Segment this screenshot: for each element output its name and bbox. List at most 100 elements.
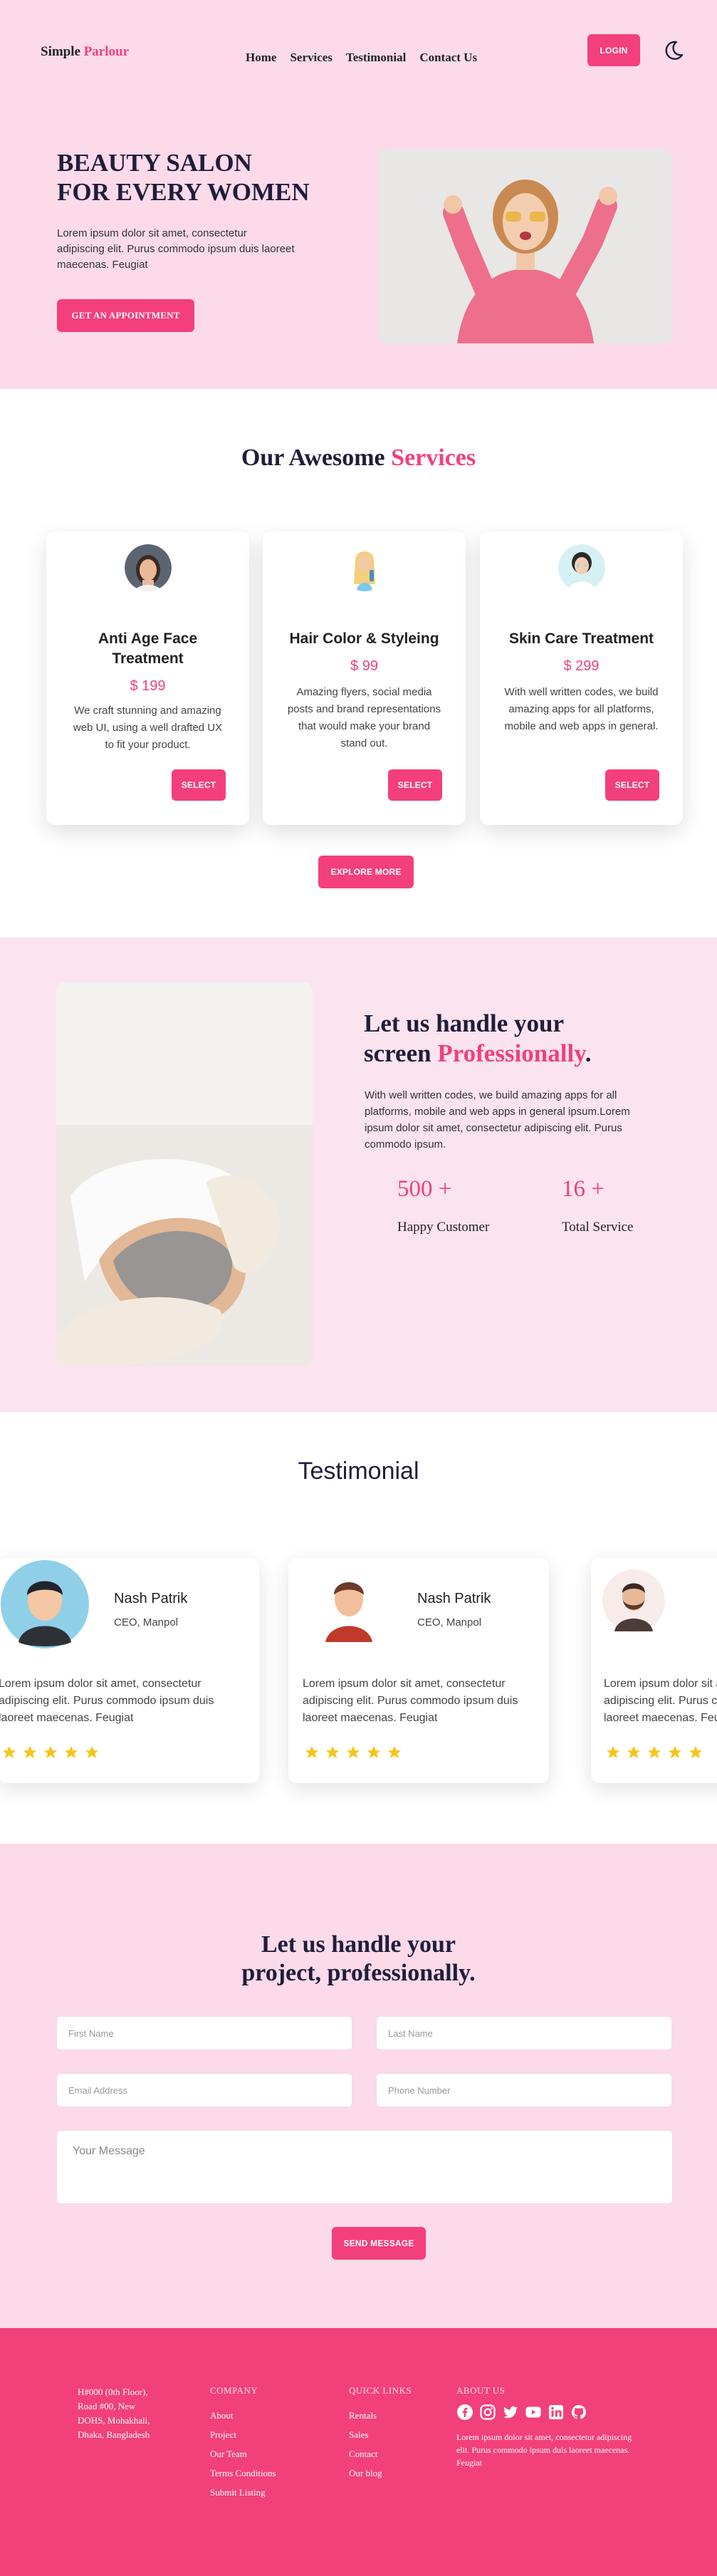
about-title-line1: Let us handle your [364, 1009, 565, 1037]
footer-heading: COMPANY [210, 2385, 258, 2396]
star-icon [647, 1745, 661, 1759]
select-button[interactable]: SELECT [605, 769, 659, 801]
logo-text: Simple [41, 44, 80, 59]
hero-title-line2: FOR EVERY WOMEN [57, 178, 310, 206]
github-icon[interactable] [570, 2404, 587, 2421]
linkedin-icon[interactable] [548, 2404, 565, 2421]
footer-link-contact[interactable]: Contact [349, 2448, 412, 2460]
first-name-field[interactable]: First Name [56, 2016, 352, 2050]
about-title-line2: screen Professionally. [364, 1039, 592, 1069]
service-price: $ 99 [350, 658, 378, 674]
service-card: Anti Age Face Treatment $ 199 We craft s… [46, 531, 249, 825]
select-button[interactable]: SELECT [388, 769, 442, 801]
face-avatar-icon [125, 544, 172, 591]
about-text: With well written codes, we build amazin… [365, 1089, 630, 1151]
nav-link-testimonial[interactable]: Testimonial [346, 51, 406, 65]
nav-links: Home Services Testimonial Contact Us [246, 51, 477, 65]
star-icon [346, 1745, 360, 1759]
star-icon [43, 1745, 58, 1759]
footer-heading: ABOUT US [456, 2385, 506, 2396]
star-icon [64, 1745, 78, 1759]
email-field[interactable]: Email Address [56, 2073, 352, 2107]
testimonial-name: Nash Patrik [114, 1591, 188, 1606]
service-description: With well written codes, we build amazin… [504, 686, 659, 732]
contact-title-line2: project, professionally. [241, 1960, 476, 1986]
testimonial-role: CEO, Manpol [114, 1616, 179, 1629]
message-textarea[interactable]: Your Message [56, 2130, 673, 2204]
footer-link-blog[interactable]: Our blog [349, 2468, 412, 2479]
footer-link-project[interactable]: Project [210, 2429, 276, 2441]
footer-link-team[interactable]: Our Team [210, 2448, 276, 2460]
rating-stars [1, 1745, 100, 1760]
instagram-icon[interactable] [479, 2404, 496, 2421]
hero-title-line1: BEAUTY SALON [57, 149, 252, 177]
stat-label: Happy Customer [397, 1220, 490, 1235]
last-name-field[interactable]: Last Name [376, 2016, 672, 2050]
hero-title: BEAUTY SALON FOR EVERY WOMEN [57, 148, 310, 207]
services-section: Our Awesome Services Anti Age Face Treat… [0, 389, 717, 938]
testimonial-section: Testimonial Nash Patrik CEO, Manpol Lore… [0, 1412, 717, 1844]
footer-about-column: ABOUT US Lorem ipsum dolor sit amet, con… [456, 2385, 634, 2469]
logo-accent-text: Parlour [83, 44, 130, 59]
appointment-button[interactable]: GET AN APPOINTMENT [57, 299, 194, 332]
person-avatar-icon [602, 1569, 666, 1633]
footer-link-terms[interactable]: Terms Conditions [210, 2468, 276, 2479]
star-icon [627, 1745, 641, 1759]
testimonial-card: Nash Patrik CEO, Manpol Lorem ipsum dolo… [288, 1558, 549, 1783]
star-icon [606, 1745, 620, 1759]
nav-link-home[interactable]: Home [246, 51, 276, 65]
star-icon [367, 1745, 381, 1759]
service-card: Hair Color & Styleing $ 99 Amazing flyer… [263, 531, 466, 825]
footer-link-sales[interactable]: Sales [349, 2429, 412, 2441]
stat-label: Total Service [562, 1220, 634, 1235]
about-title-accent: Professionally [437, 1039, 585, 1067]
testimonial-text: Lorem ipsum dolor sit amet, consectetur … [303, 1678, 518, 1724]
moon-icon[interactable] [662, 39, 685, 62]
testimonial-card: Nash Patrik CEO, Manpol Lorem ipsum dolo… [0, 1558, 259, 1783]
service-title: Anti Age Face Treatment [98, 630, 198, 667]
hero-section: Simple Parlour Home Services Testimonial… [0, 0, 717, 389]
nav-link-contact[interactable]: Contact Us [419, 51, 477, 65]
testimonial-title: Testimonial [298, 1458, 419, 1485]
skincare-avatar-icon [558, 544, 605, 591]
about-title-dot: . [585, 1039, 592, 1067]
login-button[interactable]: LOGIN [587, 34, 640, 66]
send-message-button[interactable]: SEND MESSAGE [332, 2227, 426, 2260]
testimonial-text: Lorem ipsum dolor sit amet, consectetur … [604, 1678, 717, 1724]
star-icon [668, 1745, 682, 1759]
star-icon [23, 1745, 37, 1759]
star-icon [2, 1745, 16, 1759]
top-navbar: Simple Parlour Home Services Testimonial… [0, 0, 717, 107]
rating-stars [304, 1745, 402, 1760]
hero-image [379, 149, 672, 343]
facebook-icon[interactable] [456, 2404, 473, 2421]
stat-value: 16 + [562, 1176, 605, 1202]
contact-title-line1: Let us handle your [261, 1931, 456, 1958]
star-icon [689, 1745, 703, 1759]
service-description: Amazing flyers, social media posts and b… [287, 686, 441, 749]
footer: H#000 (0th Floor), Road #00, New DOHS, M… [0, 2328, 717, 2576]
person-avatar-icon [310, 1565, 388, 1643]
service-description: We craft stunning and amazing web UI, us… [73, 705, 223, 751]
youtube-icon[interactable] [525, 2404, 542, 2421]
explore-more-button[interactable]: EXPLORE MORE [318, 856, 414, 888]
phone-field[interactable]: Phone Number [376, 2073, 672, 2107]
nav-link-services[interactable]: Services [290, 51, 332, 65]
select-button[interactable]: SELECT [172, 769, 226, 801]
footer-address: H#000 (0th Floor), Road #00, New DOHS, M… [78, 2387, 150, 2440]
social-icons [456, 2404, 634, 2421]
footer-link-submit-listing[interactable]: Submit Listing [210, 2487, 276, 2498]
site-logo[interactable]: Simple Parlour [41, 44, 129, 60]
footer-link-rentals[interactable]: Rentals [349, 2410, 412, 2421]
contact-section: Let us handle your project, professional… [0, 1844, 717, 2328]
about-title: Let us handle your screen Professionally… [364, 1009, 592, 1069]
hero-text: Lorem ipsum dolor sit amet, consectetur … [57, 227, 295, 271]
star-icon [325, 1745, 340, 1759]
testimonial-card: Lorem ipsum dolor sit amet, consectetur … [591, 1558, 717, 1783]
service-card: Skin Care Treatment $ 299 With well writ… [480, 531, 683, 825]
about-section: Let us handle your screen Professionally… [0, 938, 717, 1412]
twitter-icon[interactable] [502, 2404, 519, 2421]
footer-about-text: Lorem ipsum dolor sit amet, consectetur … [456, 2432, 632, 2468]
services-title-plain: Our Awesome [241, 445, 385, 471]
footer-link-about[interactable]: About [210, 2410, 276, 2421]
